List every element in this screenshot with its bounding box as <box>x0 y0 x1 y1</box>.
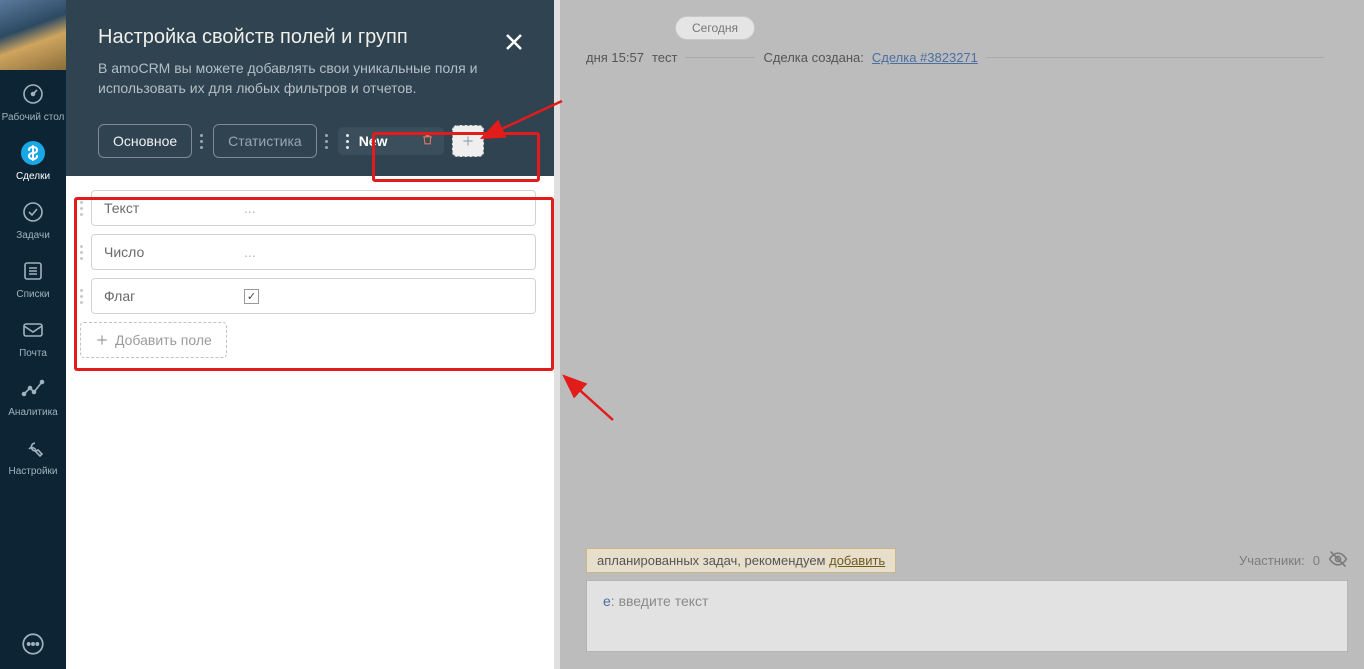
wrench-icon <box>19 434 47 462</box>
panel-title: Настройка свойств полей и групп <box>98 26 526 49</box>
add-field-label: Добавить поле <box>115 332 212 348</box>
field-name: Текст <box>104 200 244 216</box>
field-value: ... <box>244 244 256 260</box>
drag-handle-icon[interactable] <box>80 289 83 304</box>
drag-handle-icon[interactable] <box>80 201 83 216</box>
tab-new[interactable]: New <box>338 127 445 155</box>
analytics-icon <box>19 375 47 403</box>
participants-count: 0 <box>1313 553 1320 568</box>
field-row[interactable]: Текст ... <box>80 190 536 226</box>
tabs-row: Основное Статистика New <box>98 124 526 158</box>
field-flag[interactable]: Флаг ✓ <box>91 278 536 314</box>
nav-mail[interactable]: Почта <box>0 306 66 365</box>
nav-label: Настройки <box>8 466 57 477</box>
deal-link[interactable]: Сделка #3823271 <box>872 50 978 65</box>
note-type-link[interactable]: е <box>603 593 611 609</box>
envelope-icon <box>19 316 47 344</box>
drag-handle-icon[interactable] <box>325 134 328 149</box>
nav-label: Рабочий стол <box>2 112 65 123</box>
eye-off-icon[interactable] <box>1328 549 1348 572</box>
panel-header: Настройка свойств полей и групп В amoCRM… <box>66 0 554 176</box>
field-name: Флаг <box>104 288 244 304</box>
task-banner-text: апланированных задач, рекомендуем <box>597 553 825 568</box>
nav-notifications[interactable] <box>0 619 66 669</box>
nav-dashboard[interactable]: Рабочий стол <box>0 70 66 129</box>
field-row[interactable]: Флаг ✓ <box>80 278 536 314</box>
nav-deals[interactable]: Сделки <box>0 129 66 188</box>
note-placeholder: : введите текст <box>611 593 709 609</box>
nav-tasks[interactable]: Задачи <box>0 188 66 247</box>
close-button[interactable] <box>496 24 532 60</box>
fields-container: Текст ... Число ... Флаг ✓ Добавить поле <box>66 176 554 376</box>
nav-settings[interactable]: Настройки <box>0 424 66 483</box>
feed-event-text: Сделка создана: <box>763 50 863 65</box>
workspace-avatar[interactable] <box>0 0 66 70</box>
nav-label: Сделки <box>16 171 50 182</box>
tab-main[interactable]: Основное <box>98 124 192 158</box>
task-banner-row: апланированных задач, рекомендуем добави… <box>586 548 1348 573</box>
trash-icon[interactable] <box>421 133 434 149</box>
panel-description: В amoCRM вы можете добавлять свои уникал… <box>98 59 498 98</box>
nav-analytics[interactable]: Аналитика <box>0 365 66 424</box>
drag-handle-icon[interactable] <box>80 245 83 260</box>
settings-panel: Настройка свойств полей и групп В amoCRM… <box>66 0 560 669</box>
participants-block: Участники: 0 <box>1239 549 1348 572</box>
drag-handle-icon <box>346 134 349 149</box>
participants-label: Участники: <box>1239 553 1305 568</box>
today-chip: Сегодня <box>675 16 755 40</box>
add-field-button[interactable]: Добавить поле <box>80 322 227 358</box>
list-icon <box>19 257 47 285</box>
checkbox-icon[interactable]: ✓ <box>244 289 259 304</box>
nav-label: Задачи <box>16 230 50 241</box>
field-number[interactable]: Число ... <box>91 234 536 270</box>
nav-lists[interactable]: Списки <box>0 247 66 306</box>
gauge-icon <box>19 80 47 108</box>
task-add-link[interactable]: добавить <box>829 553 885 568</box>
check-circle-icon <box>19 198 47 226</box>
task-banner: апланированных задач, рекомендуем добави… <box>586 548 896 573</box>
field-name: Число <box>104 244 244 260</box>
field-row[interactable]: Число ... <box>80 234 536 270</box>
field-text[interactable]: Текст ... <box>91 190 536 226</box>
feed-line: дня 15:57 тест Сделка создана: Сделка #3… <box>586 50 1324 65</box>
deals-icon <box>19 139 47 167</box>
sidebar: Рабочий стол Сделки Задачи Списки Почта … <box>0 0 66 669</box>
tab-new-label: New <box>359 133 388 149</box>
field-value: ... <box>244 200 256 216</box>
add-tab-button[interactable] <box>452 125 484 157</box>
nav-label: Списки <box>16 289 49 300</box>
tab-stats[interactable]: Статистика <box>213 124 317 158</box>
nav-label: Почта <box>19 348 47 359</box>
drag-handle-icon[interactable] <box>200 134 203 149</box>
nav-label: Аналитика <box>8 407 58 418</box>
feed-user: тест <box>652 50 678 65</box>
feed-time: дня 15:57 <box>586 50 644 65</box>
note-input[interactable]: е: введите текст <box>586 580 1348 652</box>
